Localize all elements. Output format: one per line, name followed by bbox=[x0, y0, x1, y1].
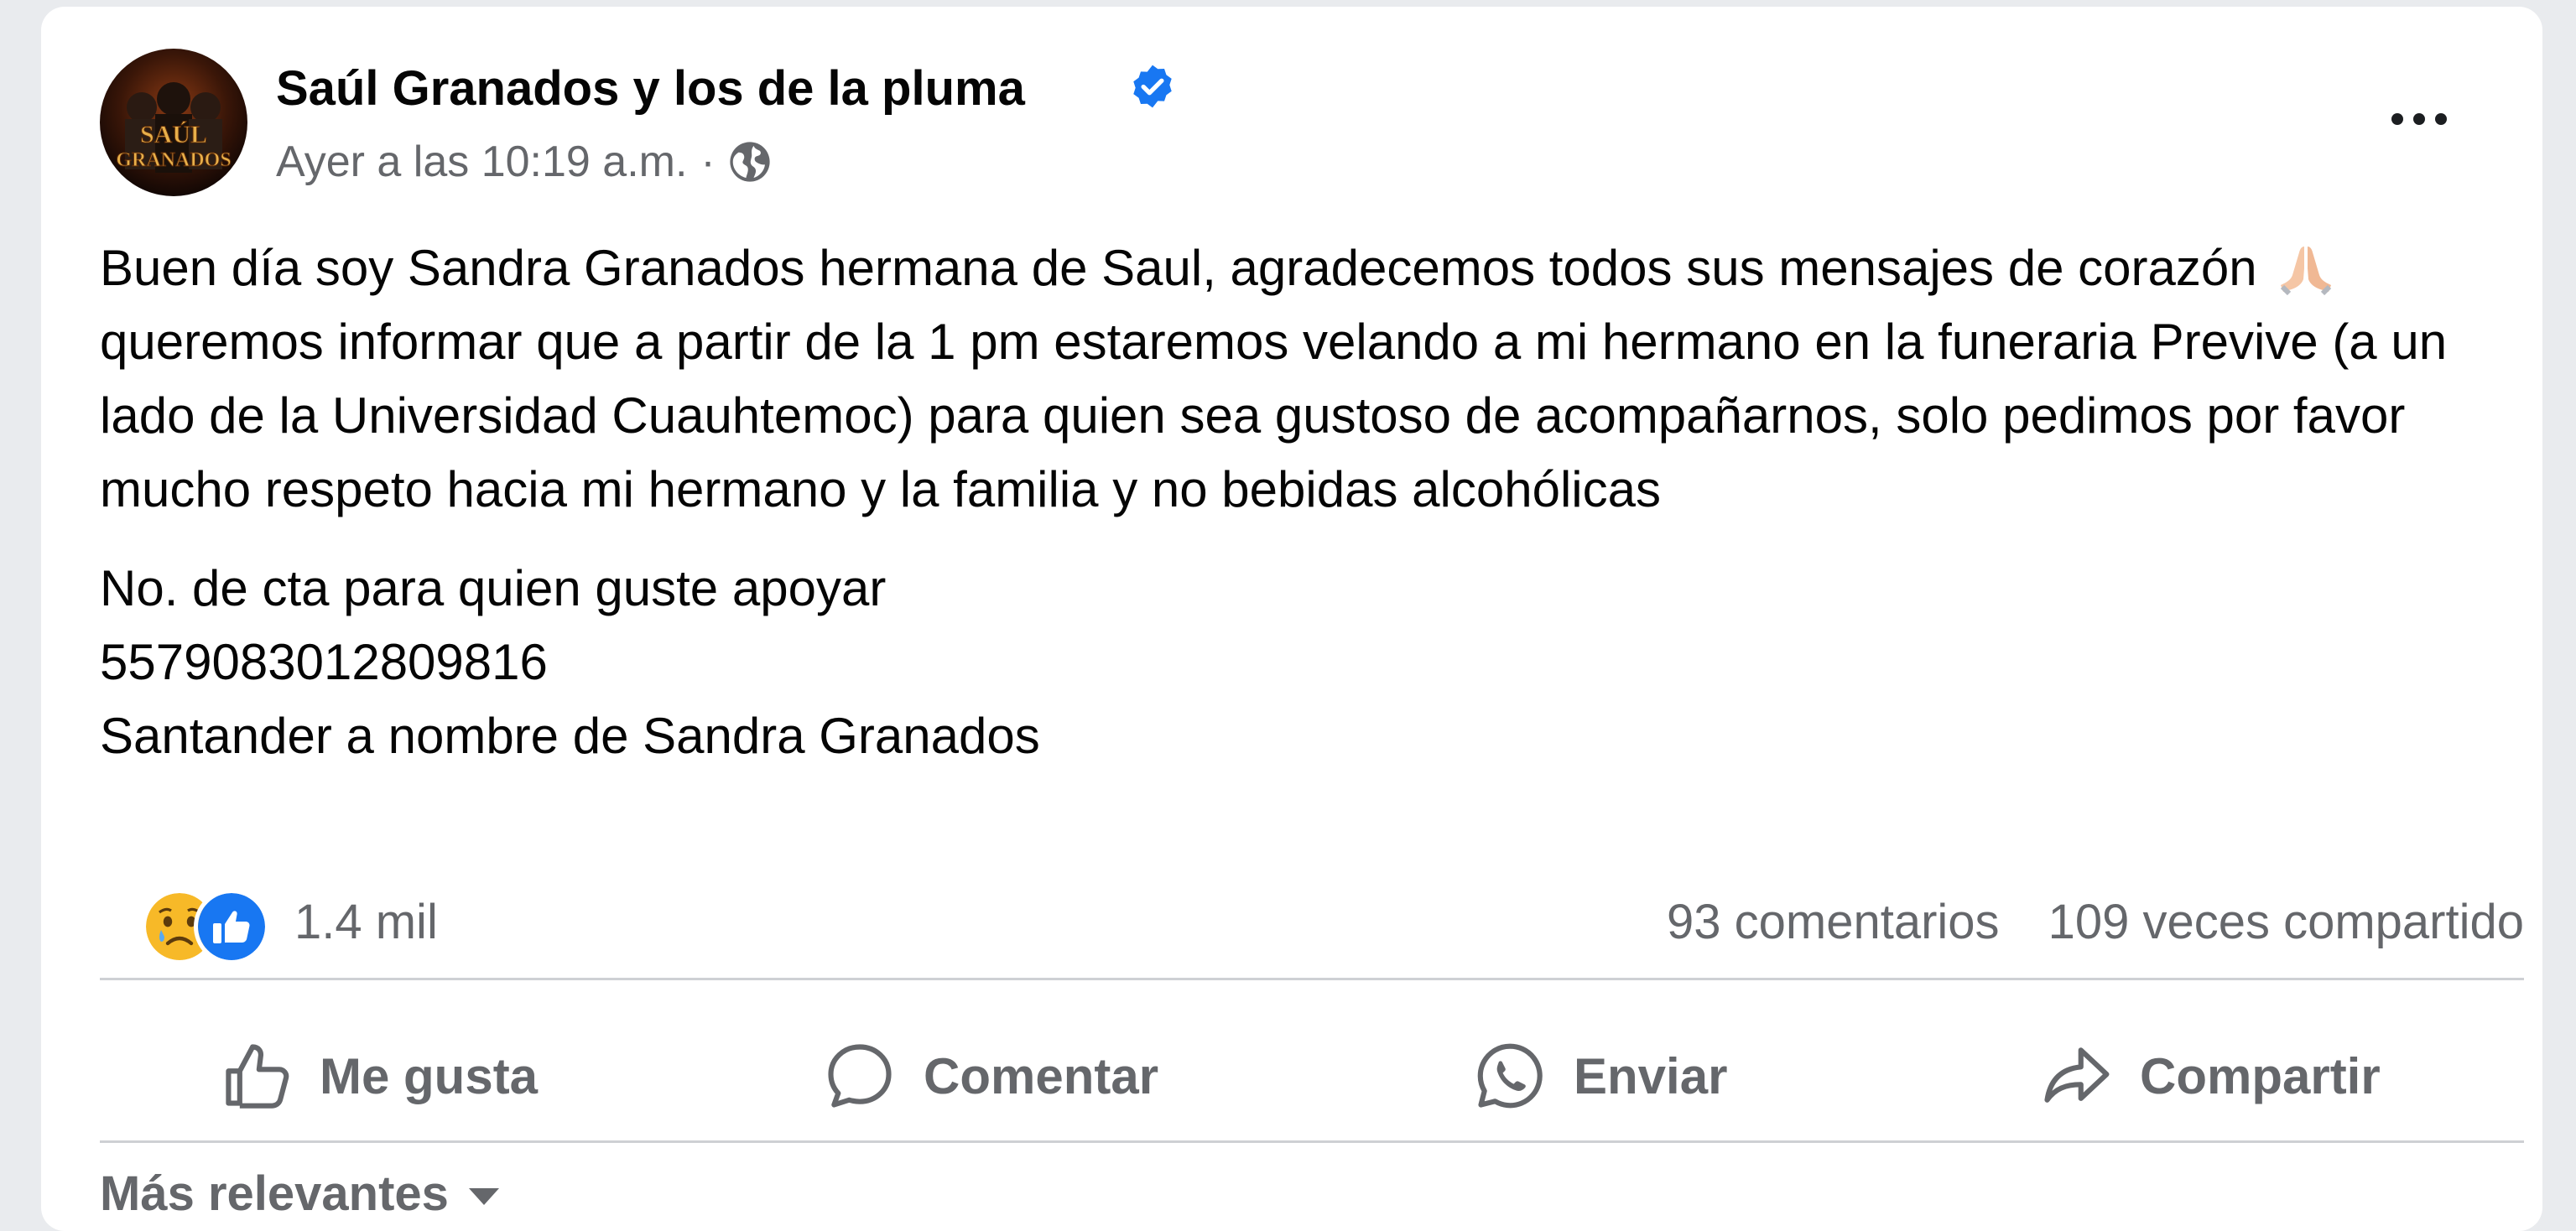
folded-hands-emoji bbox=[2281, 247, 2332, 295]
like-button[interactable]: Me gusta bbox=[217, 1005, 538, 1147]
avatar-logo-line1: SAÚL bbox=[140, 121, 207, 148]
reaction-icons[interactable] bbox=[142, 886, 284, 964]
send-label: Enviar bbox=[1574, 1047, 1728, 1104]
comments-sort-dropdown[interactable]: Más relevantes bbox=[100, 1166, 499, 1222]
more-dot bbox=[2435, 113, 2447, 125]
verified-badge-icon bbox=[1133, 65, 1172, 108]
meta-separator: · bbox=[700, 138, 716, 186]
share-label: Compartir bbox=[2140, 1047, 2381, 1104]
post-body: Buen día soy Sandra Granados hermana de … bbox=[100, 231, 2516, 773]
action-bar: Me gusta Comentar Enviar Compartir bbox=[100, 1005, 2524, 1147]
reaction-count[interactable]: 1.4 mil bbox=[294, 891, 438, 954]
post-text-part1: Buen día soy Sandra Granados hermana de … bbox=[100, 240, 2257, 296]
post-paragraph-1: Buen día soy Sandra Granados hermana de … bbox=[100, 231, 2516, 527]
caret-down-icon bbox=[468, 1188, 499, 1205]
account-number: 5579083012809816 bbox=[100, 634, 548, 690]
avatar-logo-line2: GRANADOS bbox=[116, 149, 231, 171]
post-stats: 93 comentarios 109 veces compartido bbox=[1667, 891, 2524, 954]
reactions-summary: 1.4 mil 93 comentarios 109 veces comparti… bbox=[100, 886, 2524, 964]
more-dot bbox=[2413, 113, 2425, 125]
shares-count[interactable]: 109 veces compartido bbox=[2048, 895, 2524, 949]
more-dot bbox=[2391, 113, 2403, 125]
comment-button[interactable]: Comentar bbox=[821, 1005, 1158, 1147]
share-button[interactable]: Compartir bbox=[2037, 1005, 2381, 1147]
globe-icon[interactable] bbox=[727, 139, 773, 184]
divider-bottom bbox=[100, 1140, 2524, 1143]
sort-label: Más relevantes bbox=[100, 1166, 449, 1221]
comments-count[interactable]: 93 comentarios bbox=[1667, 895, 2000, 949]
divider-top bbox=[100, 978, 2524, 980]
account-intro: No. de cta para quien guste apoyar bbox=[100, 560, 887, 616]
comment-bubble-icon bbox=[828, 1044, 892, 1108]
like-reaction-icon bbox=[194, 889, 269, 964]
more-options-icon[interactable] bbox=[2386, 94, 2453, 144]
share-arrow-icon bbox=[2044, 1047, 2110, 1103]
page-avatar[interactable]: SAÚL GRANADOS bbox=[100, 49, 247, 196]
post-timestamp[interactable]: Ayer a las 10:19 a.m. bbox=[276, 134, 687, 190]
post-paragraph-2: No. de cta para quien guste apoyar 55790… bbox=[100, 552, 2516, 773]
post-text-part2: queremos informar que a partir de la 1 p… bbox=[100, 314, 2448, 517]
avatar-image: SAÚL GRANADOS bbox=[100, 49, 247, 196]
post-meta: Ayer a las 10:19 a.m. · bbox=[276, 134, 773, 190]
account-bank: Santander a nombre de Sandra Granados bbox=[100, 708, 1040, 764]
thumbs-up-icon bbox=[226, 1044, 289, 1109]
send-button[interactable]: Enviar bbox=[1471, 1005, 1727, 1147]
comment-label: Comentar bbox=[924, 1047, 1159, 1104]
post-card: SAÚL GRANADOS Saúl Granados y los de la … bbox=[41, 7, 2542, 1231]
like-label: Me gusta bbox=[320, 1047, 539, 1104]
whatsapp-icon bbox=[1477, 1043, 1543, 1109]
page-name-link[interactable]: Saúl Granados y los de la pluma bbox=[276, 59, 1025, 119]
